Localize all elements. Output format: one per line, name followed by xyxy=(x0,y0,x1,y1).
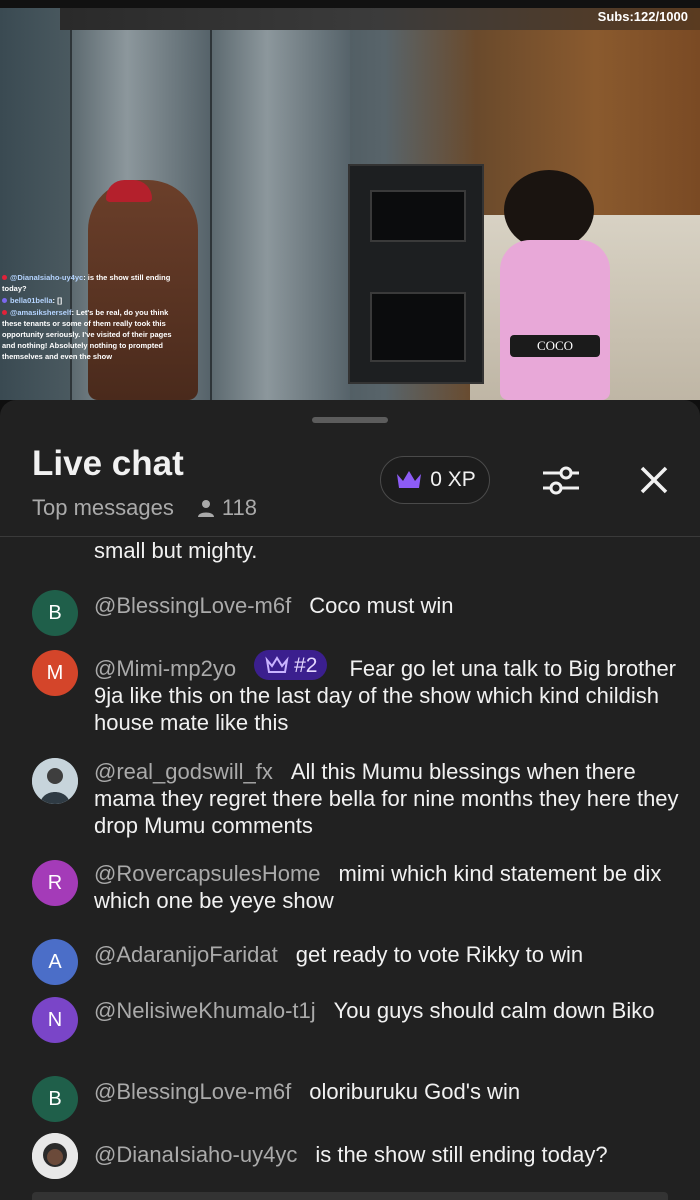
avatar[interactable]: B xyxy=(32,1076,78,1122)
oven-window xyxy=(370,292,466,362)
person-icon xyxy=(197,500,214,517)
live-chat-panel: Live chat Top messages 118 0 XP small bu… xyxy=(0,400,700,1200)
overlay-chat-user: bella01bella xyxy=(10,296,53,305)
youtube-dot-icon xyxy=(2,275,7,280)
message-body: @BlessingLove-m6f oloriburuku God's win xyxy=(94,1078,684,1105)
close-button[interactable] xyxy=(628,456,680,504)
overlay-chat-line: bella01bella: [] xyxy=(2,295,180,306)
pink-outfit xyxy=(500,240,610,400)
belt-label: COCO xyxy=(510,335,600,357)
avatar[interactable]: N xyxy=(32,997,78,1043)
crown-icon xyxy=(397,471,422,488)
chat-mode-selector[interactable]: Top messages 118 xyxy=(32,495,257,521)
viewer-count-value: 118 xyxy=(221,495,257,520)
rank-badge-label: #2 xyxy=(294,653,318,677)
crown-icon xyxy=(265,656,289,673)
filter-button[interactable] xyxy=(536,456,586,504)
hair xyxy=(504,170,594,250)
close-icon xyxy=(640,466,668,494)
message-author[interactable]: @DianaIsiaho-uy4yc xyxy=(94,1142,297,1167)
message-author[interactable]: @real_godswill_fx xyxy=(94,759,273,784)
message-body: @real_godswill_fx All this Mumu blessings… xyxy=(94,758,684,839)
red-cap xyxy=(106,180,152,202)
message-text: Coco must win xyxy=(309,593,454,618)
show-logo xyxy=(608,325,686,398)
message-author[interactable]: @NelisiweKhumalo-t1j xyxy=(94,998,316,1023)
message-text: is the show still ending today? xyxy=(315,1142,608,1167)
profile-photo-icon xyxy=(32,758,78,804)
message-author[interactable]: @AdaranijoFaridat xyxy=(94,942,278,967)
profile-photo-icon xyxy=(32,1133,78,1179)
youtube-dot-icon xyxy=(2,310,7,315)
overlay-chat: @DianaIsiaho-uy4yc: is the show still en… xyxy=(2,272,180,363)
overlay-chat-user: @amasiksherself xyxy=(10,308,72,317)
avatar-letter: M xyxy=(46,661,64,684)
avatar[interactable]: M xyxy=(32,650,78,696)
message-text: oloriburuku God's win xyxy=(309,1079,521,1104)
message-author[interactable]: @BlessingLove-m6f xyxy=(94,1079,291,1104)
xp-label: 0 XP xyxy=(430,468,476,491)
message-text: You guys should calm down Biko xyxy=(333,998,655,1023)
message-body: @BlessingLove-m6f Coco must win xyxy=(94,592,684,619)
video-player[interactable]: COCO Subs:122/1000 @DianaIsiaho-uy4yc: i… xyxy=(0,0,700,400)
drag-handle[interactable] xyxy=(312,417,388,423)
overlay-chat-line: @DianaIsiaho-uy4yc: is the show still en… xyxy=(2,272,180,294)
avatar-letter: B xyxy=(48,601,62,624)
message-body: @AdaranijoFaridat get ready to vote Rikky… xyxy=(94,941,684,968)
avatar[interactable] xyxy=(32,758,78,804)
video-person: COCO xyxy=(482,170,632,400)
subs-counter: Subs:122/1000 xyxy=(597,9,688,24)
chat-message-list[interactable]: small but mighty. B @BlessingLove-m6f Coc… xyxy=(0,537,700,1200)
avatar[interactable]: B xyxy=(32,590,78,636)
overlay-chat-user: @DianaIsiaho-uy4yc xyxy=(10,273,84,282)
oven-window xyxy=(370,190,466,242)
message-author[interactable]: @BlessingLove-m6f xyxy=(94,593,291,618)
chat-input-edge[interactable] xyxy=(32,1192,668,1200)
avatar[interactable] xyxy=(32,1133,78,1179)
panel-title: Live chat xyxy=(32,444,184,483)
message-text: small but mighty. xyxy=(94,538,258,563)
message-body: @RovercapsulesHome mimi which kind statem… xyxy=(94,860,684,914)
message-text: get ready to vote Rikky to win xyxy=(295,942,584,967)
avatar-letter: N xyxy=(47,1008,63,1031)
rank-badge: #2 xyxy=(254,650,328,680)
xp-button[interactable]: 0 XP xyxy=(380,456,490,504)
message-body: @NelisiweKhumalo-t1j You guys should calm… xyxy=(94,997,684,1024)
video-scene-oven xyxy=(348,164,484,384)
sliders-icon xyxy=(543,466,579,495)
avatar[interactable]: R xyxy=(32,860,78,906)
message-body: @DianaIsiaho-uy4yc is the show still endi… xyxy=(94,1141,684,1168)
avatar-letter: A xyxy=(48,950,62,973)
avatar-letter: B xyxy=(48,1087,62,1110)
overlay-chat-text: : [] xyxy=(52,296,63,305)
message-author[interactable]: @RovercapsulesHome xyxy=(94,861,321,886)
avatar[interactable]: A xyxy=(32,939,78,985)
message-author[interactable]: @Mimi-mp2yo xyxy=(94,656,236,681)
message-body: @Mimi-mp2yo #2 Fear go let una talk to Big… xyxy=(94,650,684,736)
chat-mode-label[interactable]: Top messages xyxy=(32,495,174,521)
status-strip xyxy=(0,0,700,8)
overlay-chat-line: @amasiksherself: Let's be real, do you t… xyxy=(2,307,180,362)
video-scene-panel xyxy=(210,30,350,400)
twitch-dot-icon xyxy=(2,298,7,303)
avatar-letter: R xyxy=(47,871,63,894)
viewer-count: 118 xyxy=(196,495,257,521)
